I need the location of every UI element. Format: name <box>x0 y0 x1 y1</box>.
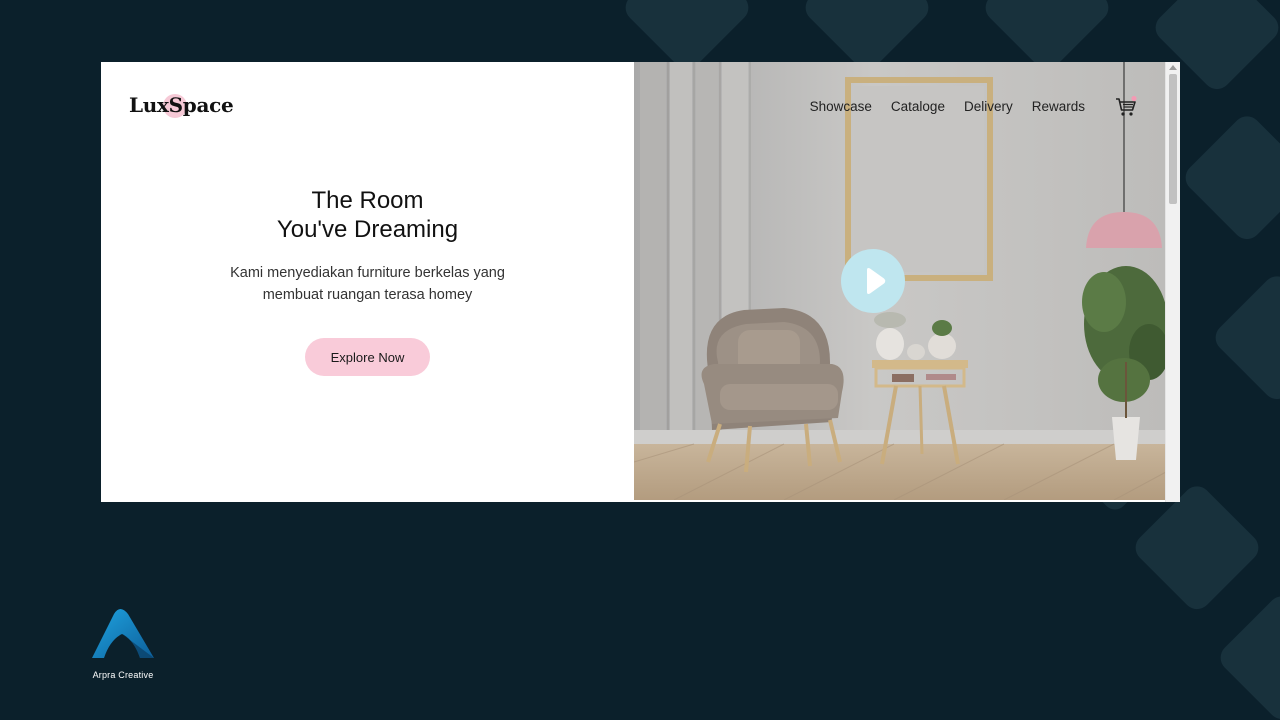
hero-title-line-1: The Room <box>311 187 424 214</box>
hero-subtitle: Kami menyediakan furniture berkelas yang… <box>208 262 528 306</box>
scroll-up-arrow-icon[interactable] <box>1169 65 1177 70</box>
nav-showcase[interactable]: Showcase <box>810 99 872 114</box>
play-icon <box>867 268 886 294</box>
hero-section: The Room You've Dreaming Kami menyediaka… <box>101 186 634 376</box>
brand-name: Arpra Creative <box>92 670 154 680</box>
hero-subtitle-line-2: membuat ruangan terasa homey <box>262 287 473 303</box>
nav-cataloge[interactable]: Cataloge <box>891 99 945 114</box>
main-navigation: Showcase Cataloge Delivery Rewards <box>810 99 1085 114</box>
explore-now-button[interactable]: Explore Now <box>305 338 430 376</box>
nav-rewards[interactable]: Rewards <box>1032 99 1085 114</box>
arpra-logo-icon <box>92 609 154 658</box>
vertical-scrollbar[interactable] <box>1165 62 1180 502</box>
shopping-cart-icon[interactable] <box>1114 95 1138 119</box>
browser-viewport: LuxSpace The Room You've Dreaming Kami m… <box>101 62 1180 502</box>
play-video-button[interactable] <box>841 249 905 313</box>
arpra-creative-brand: Arpra Creative <box>84 606 162 680</box>
hero-title-line-2: You've Dreaming <box>276 216 459 243</box>
hero-image-panel: Showcase Cataloge Delivery Rewards <box>634 62 1166 500</box>
hero-title: The Room You've Dreaming <box>101 186 634 244</box>
hero-subtitle-line-1: Kami menyediakan furniture berkelas yang <box>230 265 505 281</box>
site-logo[interactable]: LuxSpace <box>129 93 234 117</box>
nav-delivery[interactable]: Delivery <box>964 99 1013 114</box>
scrollbar-thumb[interactable] <box>1169 74 1177 204</box>
hero-left-panel: LuxSpace The Room You've Dreaming Kami m… <box>101 62 634 502</box>
